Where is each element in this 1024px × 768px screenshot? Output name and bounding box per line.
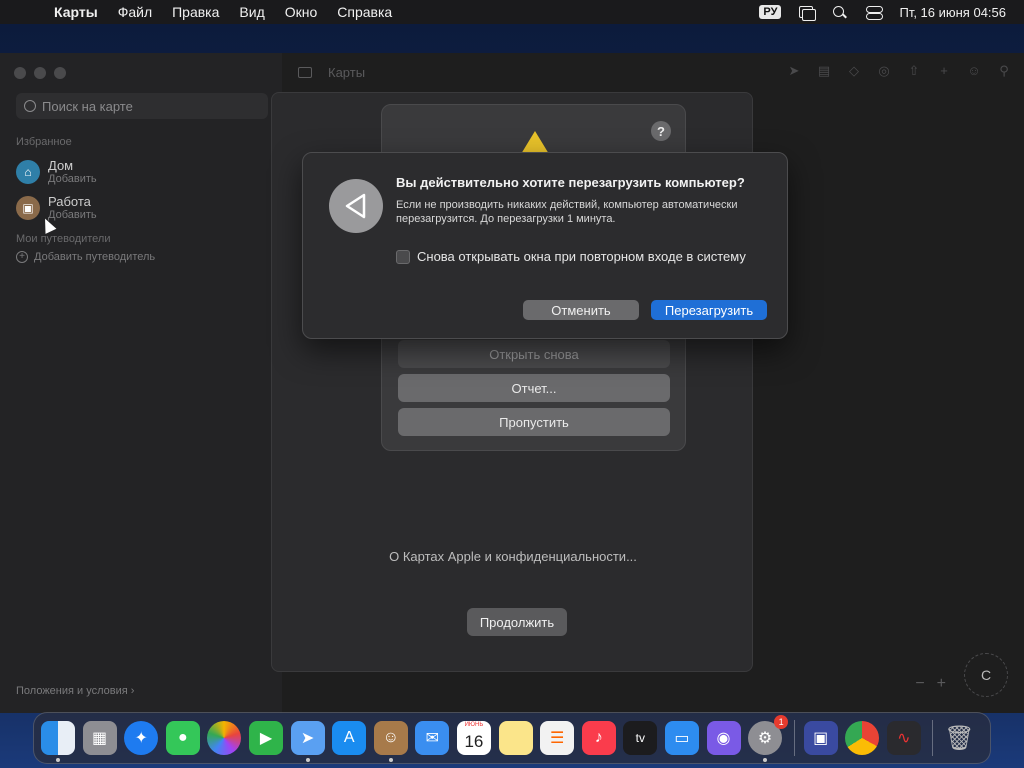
messages-icon[interactable]: ● [165, 721, 200, 755]
plus-circle-icon: + [16, 251, 28, 263]
favorite-home-sub: Добавить [48, 173, 97, 185]
dock-separator [793, 720, 795, 756]
menu-window[interactable]: Окно [285, 4, 318, 20]
music-icon[interactable]: ♪ [581, 721, 616, 755]
share-icon[interactable]: ⇧ [906, 63, 922, 79]
guides-heading: Мои путеводители [16, 233, 111, 245]
restart-message: Если не производить никаких действий, ко… [396, 199, 738, 225]
window-title-bar: Карты [298, 65, 365, 80]
compass-icon[interactable]: С [964, 653, 1008, 697]
screen-sharing-icon[interactable]: ▣ [803, 721, 838, 755]
look-around-icon[interactable]: ◎ [876, 63, 892, 79]
help-button[interactable]: ? [651, 121, 671, 141]
zoom-out-icon[interactable]: − [915, 675, 924, 693]
favorite-home[interactable]: ⌂ Дом Добавить [16, 158, 97, 185]
maps-toolbar: ➤ ▤ ◇ ◎ ⇧ + ☺ ⚲ [786, 63, 1012, 79]
favorite-work-sub: Добавить [48, 209, 97, 221]
keynote-icon[interactable]: ▭ [664, 721, 699, 755]
minimize-window-button[interactable] [34, 67, 46, 79]
dock-separator-2 [932, 720, 934, 756]
apple-tv-icon[interactable]: tv [623, 721, 658, 755]
restart-title: Вы действительно хотите перезагрузить ко… [396, 175, 745, 190]
facetime-icon[interactable]: ▶ [248, 721, 283, 755]
skip-button[interactable]: Пропустить [398, 408, 670, 436]
settings-badge: 1 [774, 715, 789, 729]
safari-icon[interactable]: ✦ [124, 721, 159, 755]
search-placeholder: Поиск на карте [42, 98, 133, 114]
maps-sidebar: Поиск на карте Избранное ⌂ Дом Добавить … [0, 53, 282, 713]
finder-icon[interactable] [41, 721, 75, 762]
favorite-work-name: Работа [48, 194, 91, 209]
favorite-home-name: Дом [48, 158, 74, 173]
trash-icon[interactable]: 🗑 [942, 721, 976, 755]
input-language-badge[interactable]: РУ [759, 5, 782, 19]
reopen-windows-label: Снова открывать окна при повторном входе… [417, 249, 746, 264]
menu-clock[interactable]: Пт, 16 июня 04:56 [899, 5, 1006, 20]
favorites-heading: Избранное [16, 136, 72, 148]
briefcase-icon: ▣ [16, 195, 40, 220]
notes-icon[interactable] [498, 721, 533, 755]
chrome-icon[interactable] [845, 721, 880, 755]
launchpad-icon[interactable]: ▦ [82, 721, 117, 755]
menu-extras: РУ Пт, 16 июня 04:56 [759, 0, 1006, 24]
zoom-window-button[interactable] [54, 67, 66, 79]
calendar-month: ИЮНЬ [464, 722, 484, 728]
menu-bar: Карты Файл Правка Вид Окно Справка РУ Пт… [0, 0, 1024, 24]
menu-file[interactable]: Файл [118, 4, 152, 20]
menu-app-name[interactable]: Карты [54, 4, 98, 20]
apple-tv-label: tv [635, 731, 645, 745]
mail-icon[interactable]: ✉ [415, 721, 450, 755]
photos-icon[interactable] [207, 721, 242, 755]
person-icon[interactable]: ☺ [966, 63, 982, 79]
podcasts-icon[interactable]: ◉ [706, 721, 741, 755]
spotlight-search-icon[interactable] [831, 5, 849, 19]
close-window-button[interactable] [14, 67, 26, 79]
dock: ▦ ✦ ● ▶ ➤ A ☺ ✉ ИЮНЬ 16 ☰ ♪ tv ▭ ◉ ⚙ 1 ▣ … [33, 712, 991, 764]
search-toolbar-icon[interactable]: ⚲ [996, 63, 1012, 79]
restart-play-icon [329, 179, 383, 233]
app-store-icon[interactable]: A [332, 721, 367, 755]
reopen-windows-option[interactable]: Снова открывать окна при повторном входе… [396, 249, 746, 264]
stage-manager-icon[interactable] [797, 5, 817, 21]
search-icon [24, 100, 36, 112]
add-icon[interactable]: + [936, 63, 952, 79]
cancel-button[interactable]: Отменить [523, 300, 639, 320]
control-center-icon[interactable] [865, 5, 884, 20]
restart-dialog: Вы действительно хотите перезагрузить ко… [302, 152, 788, 339]
menu-edit[interactable]: Правка [172, 4, 219, 20]
location-arrow-icon[interactable]: ➤ [786, 63, 802, 79]
zoom-controls: − + [915, 675, 946, 693]
report-button[interactable]: Отчет... [398, 374, 670, 402]
sidebar-toggle-icon[interactable] [298, 67, 312, 78]
continue-button[interactable]: Продолжить [467, 608, 567, 636]
terms-link[interactable]: Положения и условия › [16, 685, 134, 697]
reopen-button[interactable]: Открыть снова [398, 340, 670, 368]
calendar-icon[interactable]: ИЮНЬ 16 [456, 721, 491, 755]
favorite-work[interactable]: ▣ Работа Добавить [16, 194, 97, 221]
zoom-in-icon[interactable]: + [937, 675, 946, 693]
privacy-link[interactable]: О Картах Apple и конфиденциальности... [272, 549, 754, 564]
contacts-icon[interactable]: ☺ [373, 721, 408, 762]
home-icon: ⌂ [16, 159, 40, 184]
3d-view-icon[interactable]: ◇ [846, 63, 862, 79]
menu-help[interactable]: Справка [337, 4, 392, 20]
add-guide-label: Добавить путеводитель [34, 251, 156, 263]
maps-icon[interactable]: ➤ [290, 721, 325, 762]
system-settings-icon[interactable]: ⚙ 1 [748, 715, 789, 762]
map-search-input[interactable]: Поиск на карте [16, 93, 268, 119]
add-guide-button[interactable]: + Добавить путеводитель [16, 251, 155, 263]
window-controls [14, 67, 66, 79]
voice-memos-icon[interactable]: ∿ [886, 721, 921, 755]
restart-button[interactable]: Перезагрузить [651, 300, 767, 320]
calendar-day: 16 [464, 732, 484, 751]
menu-view[interactable]: Вид [239, 4, 264, 20]
reminders-icon[interactable]: ☰ [540, 721, 575, 755]
window-title: Карты [328, 65, 366, 80]
map-mode-icon[interactable]: ▤ [816, 63, 832, 79]
reopen-windows-checkbox[interactable] [396, 249, 410, 264]
